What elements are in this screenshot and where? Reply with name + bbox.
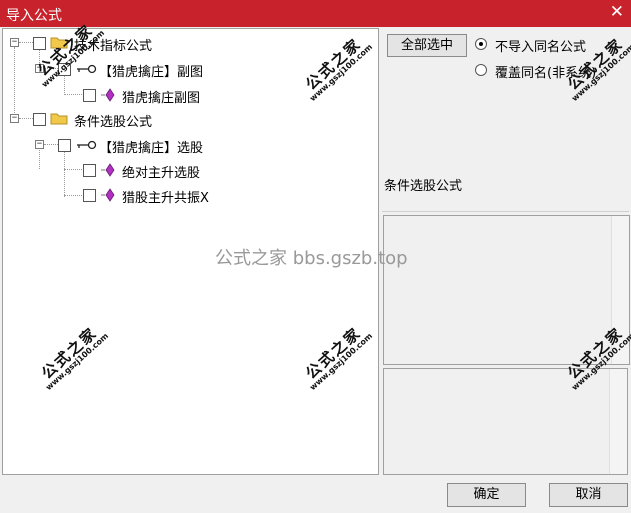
selected-item-text: 条件选股公式 <box>384 179 463 194</box>
close-icon[interactable]: ✕ <box>610 2 624 22</box>
collapse-toggle[interactable]: − <box>35 64 44 73</box>
window-title: 导入公式 <box>6 8 62 24</box>
selected-item-label: 条件选股公式 <box>382 172 629 212</box>
radio-overwrite-duplicates[interactable] <box>475 64 487 76</box>
tree-checkbox[interactable] <box>58 139 71 152</box>
tree-node[interactable]: − 条件选股公式 <box>3 108 373 130</box>
tree-checkbox[interactable] <box>83 189 96 202</box>
folder-icon <box>50 37 68 49</box>
option-label: 覆盖同名(非系统) <box>495 66 597 81</box>
key-icon <box>77 64 97 74</box>
tree-checkbox[interactable] <box>83 164 96 177</box>
key-icon <box>77 140 97 150</box>
option-label: 不导入同名公式 <box>495 40 587 55</box>
title-bar: 导入公式 ✕ <box>0 0 631 27</box>
tree-node-label: 条件选股公式 <box>74 115 153 130</box>
select-all-button[interactable]: 全部选中 <box>387 34 467 57</box>
formula-tree[interactable]: − 技术指标公式 − 【猎虎擒庄】副图 猎虎擒庄副图 − 条件选股公式 − 【猎… <box>2 28 379 475</box>
ok-button[interactable]: 确定 <box>447 483 526 507</box>
tree-node-label: 猎虎擒庄副图 <box>122 91 201 106</box>
option-skip-duplicates[interactable]: 不导入同名公式 <box>475 36 625 55</box>
tree-node[interactable]: 绝对主升选股 <box>3 159 373 181</box>
tree-checkbox[interactable] <box>58 63 71 76</box>
cancel-button[interactable]: 取消 <box>549 483 628 507</box>
scrollbar[interactable] <box>611 216 629 364</box>
collapse-toggle[interactable]: − <box>10 114 19 123</box>
tree-node[interactable]: 猎股主升共振X <box>3 184 373 206</box>
tree-checkbox[interactable] <box>83 89 96 102</box>
formula-gem-icon <box>101 88 115 102</box>
formula-gem-icon <box>101 163 115 177</box>
tree-node-label: 【猎虎擒庄】选股 <box>99 141 204 156</box>
folder-icon <box>50 113 68 125</box>
formula-params-box[interactable] <box>383 368 628 475</box>
formula-gem-icon <box>101 188 115 202</box>
tree-node-label: 【猎虎擒庄】副图 <box>99 65 204 80</box>
tree-node[interactable]: 猎虎擒庄副图 <box>3 84 373 106</box>
tree-node-label: 绝对主升选股 <box>122 166 201 181</box>
tree-checkbox[interactable] <box>33 113 46 126</box>
tree-node[interactable]: − 【猎虎擒庄】选股 <box>3 134 373 156</box>
collapse-toggle[interactable]: − <box>35 140 44 149</box>
collapse-toggle[interactable]: − <box>10 38 19 47</box>
tree-node[interactable]: − 技术指标公式 <box>3 32 373 54</box>
tree-checkbox[interactable] <box>33 37 46 50</box>
radio-skip-duplicates[interactable] <box>475 38 487 50</box>
tree-node-label: 技术指标公式 <box>74 39 153 54</box>
tree-node[interactable]: − 【猎虎擒庄】副图 <box>3 58 373 80</box>
option-overwrite-duplicates[interactable]: 覆盖同名(非系统) <box>475 62 625 81</box>
tree-node-label: 猎股主升共振X <box>122 191 209 206</box>
formula-description-box[interactable] <box>383 215 630 365</box>
scrollbar[interactable] <box>609 369 627 474</box>
